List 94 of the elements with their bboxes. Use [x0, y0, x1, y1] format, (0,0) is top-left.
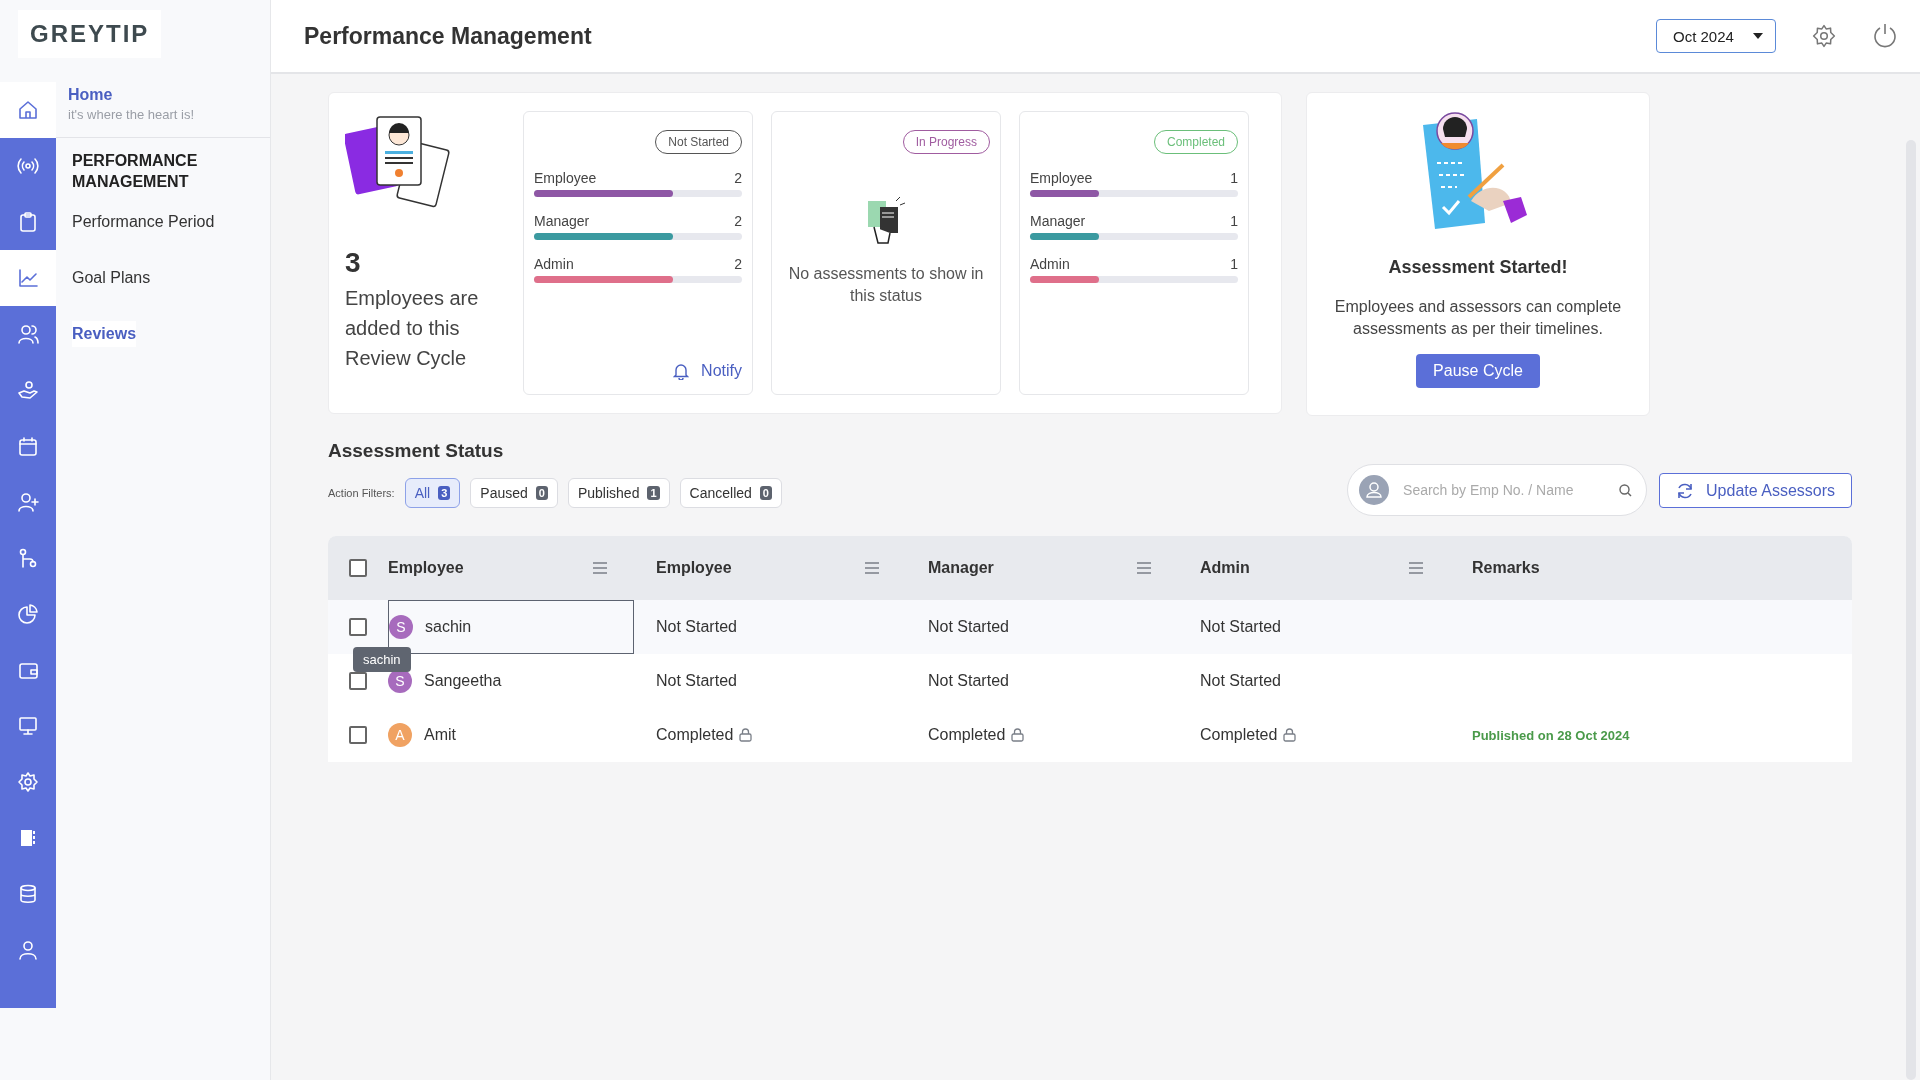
role-count: 1	[1230, 213, 1238, 229]
signal-icon[interactable]	[17, 155, 39, 177]
column-header: Employee	[656, 559, 733, 577]
page-title: Performance Management	[304, 22, 593, 50]
avatar: A	[388, 723, 412, 747]
search-input[interactable]: Search by Emp No. / Name	[1401, 481, 1608, 499]
branch-icon[interactable]	[17, 547, 39, 569]
status-text: Not Started	[1200, 618, 1281, 636]
search-icon[interactable]	[1619, 483, 1633, 497]
menu-icon[interactable]	[592, 562, 608, 574]
role-label: Admin	[1030, 256, 1070, 272]
logo: GREYTIP	[18, 10, 162, 58]
cog-icon[interactable]	[17, 771, 39, 793]
role-count: 1	[1230, 256, 1238, 272]
select-all-checkbox[interactable]	[349, 559, 367, 577]
section-title: Assessment Status	[328, 440, 505, 462]
chart-icon[interactable]	[17, 267, 39, 289]
clipboard-icon[interactable]	[17, 211, 39, 233]
role-label: Employee	[1030, 170, 1093, 186]
status-text: Not Started	[656, 672, 737, 690]
filter-chip[interactable]: Paused 0	[470, 478, 558, 508]
column-header: Admin	[1200, 559, 1251, 577]
status-text: Completed	[928, 726, 1006, 744]
section-heading: PERFORMANCE MANAGEMENT	[72, 152, 198, 190]
summary-text: Employees are added to this Review Cycle	[345, 286, 480, 371]
filter-chip[interactable]: All 3	[404, 478, 461, 508]
home-label[interactable]: Home	[68, 86, 258, 104]
caret-icon	[1753, 33, 1763, 39]
role-label: Manager	[1030, 213, 1086, 229]
notify-button[interactable]: Notify	[673, 362, 742, 380]
role-count: 2	[734, 213, 742, 229]
refresh-icon	[1676, 481, 1695, 500]
status-text: Not Started	[928, 672, 1009, 690]
role-label: Employee	[534, 170, 597, 186]
menu-icon[interactable]	[1408, 562, 1424, 574]
rail-item[interactable]	[0, 82, 56, 138]
avatar: S	[389, 615, 413, 639]
column-header: Remarks	[1472, 559, 1541, 577]
user-plus-icon[interactable]	[17, 491, 39, 513]
employee-count: 3	[345, 247, 362, 279]
nav-item[interactable]: Goal Plans	[72, 265, 151, 291]
home-icon[interactable]	[17, 99, 39, 121]
database-icon[interactable]	[17, 883, 39, 905]
status-text: Not Started	[1200, 672, 1281, 690]
employee-name: Amit	[424, 726, 456, 744]
home-link[interactable]: Home it's where the heart is!	[56, 82, 270, 138]
user-icon[interactable]	[17, 939, 39, 961]
rail-item[interactable]	[0, 250, 56, 306]
empty-message: No assessments to show in this status	[787, 264, 985, 306]
status-text: Completed	[1200, 726, 1278, 744]
row-checkbox[interactable]	[349, 618, 367, 636]
nav-item[interactable]: Performance Period	[72, 209, 215, 235]
nav-item[interactable]: Reviews	[72, 321, 137, 347]
period-dropdown[interactable]: Oct 2024	[1656, 19, 1776, 53]
role-label: Admin	[534, 256, 574, 272]
user-avatar-icon	[1359, 475, 1390, 505]
role-count: 1	[1230, 170, 1238, 186]
status-text: Not Started	[928, 618, 1009, 636]
remarks-text: Published on 28 Oct 2024	[1471, 727, 1630, 743]
count-badge: 0	[535, 486, 548, 500]
role-count: 2	[734, 256, 742, 272]
bell-icon	[673, 362, 690, 380]
pie-icon[interactable]	[17, 603, 39, 625]
menu-icon[interactable]	[864, 562, 880, 574]
role-label: Manager	[534, 213, 590, 229]
monitor-icon[interactable]	[17, 715, 39, 737]
home-subtitle: it's where the heart is!	[68, 107, 196, 122]
status-text: Not Started	[656, 618, 737, 636]
search-bar[interactable]: Search by Emp No. / Name	[1347, 464, 1648, 516]
pause-cycle-button[interactable]: Pause Cycle	[1416, 354, 1540, 388]
update-assessors-button[interactable]: Update Assessors	[1659, 473, 1852, 508]
column-header: Manager	[928, 559, 995, 577]
column-header: Employee	[388, 559, 465, 577]
settings-icon[interactable]	[1812, 24, 1836, 48]
count-badge: 1	[647, 486, 660, 500]
menu-icon[interactable]	[1136, 562, 1152, 574]
power-icon[interactable]	[1872, 23, 1898, 49]
row-checkbox[interactable]	[349, 726, 367, 744]
calendar-icon[interactable]	[17, 435, 39, 457]
employee-name: sachin	[425, 618, 472, 636]
row-checkbox[interactable]	[349, 672, 367, 690]
status-text: Completed	[656, 726, 734, 744]
count-badge: 0	[759, 486, 772, 500]
filters-label: Action Filters:	[328, 487, 395, 499]
count-badge: 3	[438, 486, 451, 500]
role-count: 2	[734, 170, 742, 186]
users-icon[interactable]	[17, 323, 39, 345]
filter-chip[interactable]: Published 1	[567, 478, 670, 508]
filter-chip[interactable]: Cancelled 0	[679, 478, 782, 508]
employee-name: Sangeetha	[424, 672, 502, 690]
hand-icon[interactable]	[17, 379, 39, 401]
tooltip: sachin	[353, 647, 411, 672]
cycle-description: Employees and assessors can complete assessments as per their timelines.	[1333, 297, 1623, 339]
cycle-title: Assessment Started!	[1388, 257, 1568, 278]
